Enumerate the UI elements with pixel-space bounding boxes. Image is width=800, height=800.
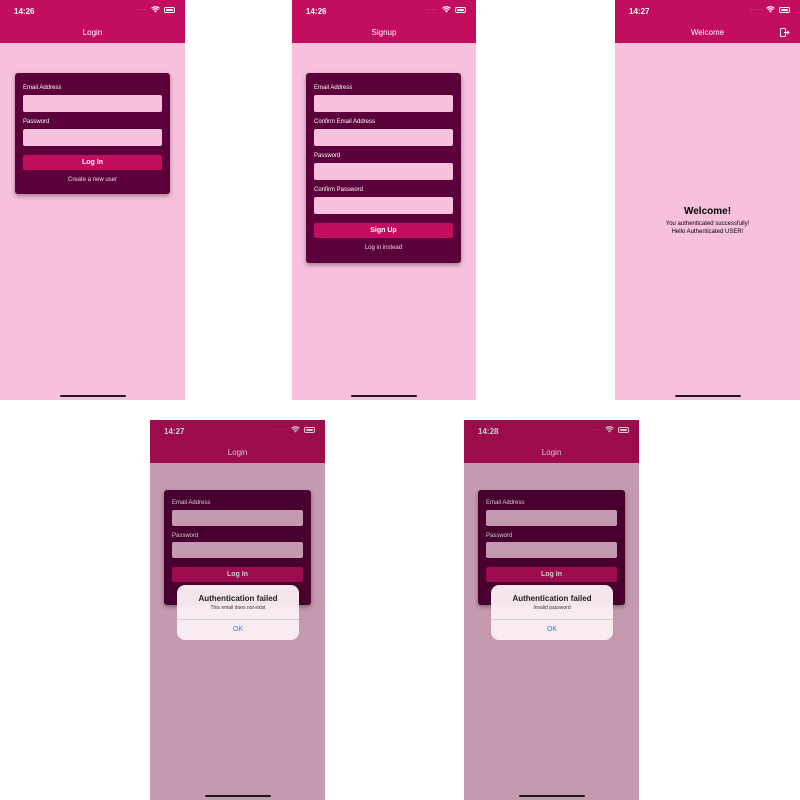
nav-title: Login (82, 28, 103, 37)
welcome-line-2: Hello Authenticated USER! (671, 229, 744, 235)
alert-message: This email does not exist (210, 605, 266, 611)
alert-ok-button[interactable]: OK (177, 626, 299, 633)
signup-button[interactable]: Sign Up (314, 223, 453, 238)
battery-icon (455, 6, 466, 13)
confirm-email-label: Confirm Email Address (314, 119, 376, 125)
confirm-password-label: Confirm Password (314, 187, 364, 193)
alert-divider (491, 619, 613, 620)
email-field[interactable] (314, 95, 453, 112)
nav-bar: Signup (292, 22, 476, 43)
confirm-password-field[interactable] (314, 197, 453, 214)
password-label: Password (23, 119, 50, 125)
login-card: Email Address Password Log In Create a n… (15, 73, 170, 194)
login-button[interactable]: Log In (23, 155, 162, 170)
confirm-email-field[interactable] (314, 129, 453, 146)
home-indicator[interactable] (204, 795, 271, 797)
alert-dialog: Authentication failed This email does no… (177, 585, 299, 640)
status-time: 14:27 (629, 7, 650, 16)
email-label: Email Address (314, 85, 353, 91)
alert-dialog: Authentication failed Invalid password O… (491, 585, 613, 640)
login-screen: 14:26 ···· Login Email Address Password … (0, 0, 185, 400)
signal-icon: ···· (426, 6, 438, 13)
alert-divider (177, 619, 299, 620)
status-bar: 14:26 ···· (0, 0, 185, 22)
signup-card: Email Address Confirm Email Address Pass… (306, 73, 461, 263)
signal-icon: ···· (750, 6, 762, 13)
nav-title: Welcome (690, 28, 725, 37)
create-user-link[interactable]: Create a new user (15, 177, 170, 183)
welcome-heading: Welcome! (683, 206, 732, 217)
status-bar: 14:26 ···· (292, 0, 476, 22)
battery-icon (779, 6, 790, 13)
password-label: Password (314, 153, 341, 159)
nav-bar: Login (0, 22, 185, 43)
alert-ok-button[interactable]: OK (491, 626, 613, 633)
status-icons: ···· (135, 6, 175, 13)
signup-screen: 14:26 ···· Signup Email Address Confirm … (292, 0, 476, 400)
status-time: 14:26 (14, 7, 35, 16)
home-indicator[interactable] (674, 395, 741, 397)
welcome-line-1: You authenticated successfully! (665, 221, 750, 227)
login-error-email-screen: 14:27 ···· Login Email Address Password … (150, 420, 325, 800)
home-indicator[interactable] (518, 795, 585, 797)
alert-title: Authentication failed (198, 594, 278, 603)
nav-title: Signup (371, 28, 397, 37)
password-field[interactable] (314, 163, 453, 180)
logout-icon[interactable] (780, 28, 790, 37)
status-time: 14:26 (306, 7, 327, 16)
email-field[interactable] (23, 95, 162, 112)
status-bar: 14:27 ···· (615, 0, 800, 22)
battery-icon (164, 6, 175, 13)
login-instead-link[interactable]: Log in instead (306, 245, 461, 251)
wifi-icon (442, 6, 451, 13)
status-icons: ···· (426, 6, 466, 13)
home-indicator[interactable] (59, 395, 126, 397)
alert-message: Invalid password (533, 605, 571, 611)
password-field[interactable] (23, 129, 162, 146)
nav-bar: Welcome (615, 22, 800, 43)
alert-title: Authentication failed (512, 594, 592, 603)
status-icons: ···· (750, 6, 790, 13)
email-label: Email Address (23, 85, 62, 91)
wifi-icon (151, 6, 160, 13)
welcome-screen: 14:27 ···· Welcome Welcome! You authenti… (615, 0, 800, 400)
login-error-password-screen: 14:28 ···· Login Email Address Password … (464, 420, 639, 800)
signal-icon: ···· (135, 6, 147, 13)
wifi-icon (766, 6, 775, 13)
home-indicator[interactable] (351, 395, 417, 397)
